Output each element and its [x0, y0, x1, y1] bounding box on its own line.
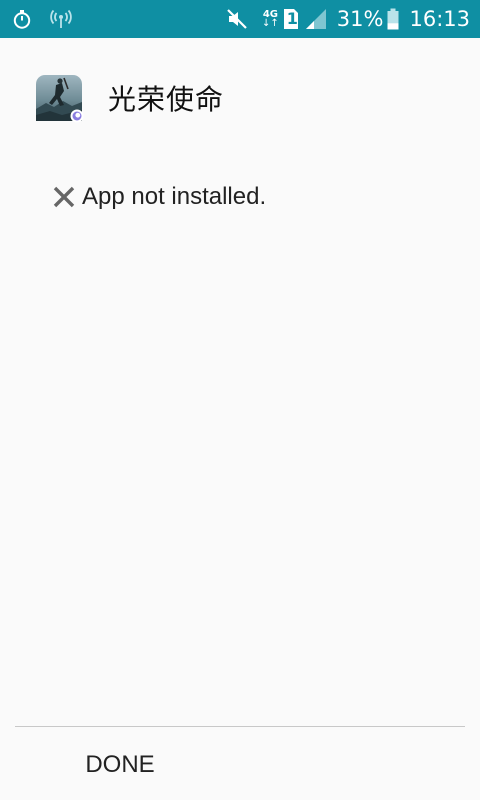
- sim-icon: 1: [283, 8, 299, 30]
- network-type: 4G ↓↑: [262, 10, 279, 29]
- done-button[interactable]: DONE: [40, 735, 200, 795]
- data-arrows-icon: ↓↑: [262, 18, 279, 29]
- game-app-icon: [36, 75, 84, 123]
- divider: [15, 726, 465, 727]
- status-right: 4G ↓↑ 1 31% 16:13: [226, 6, 470, 32]
- status-left: [12, 9, 90, 29]
- close-x-icon: [52, 185, 76, 209]
- battery-percent: 31%: [336, 7, 384, 31]
- signal-icon: [305, 8, 327, 30]
- status-text: App not installed.: [82, 183, 267, 210]
- status-bar: 4G ↓↑ 1 31% 16:13: [0, 0, 480, 38]
- stopwatch-icon: [12, 9, 32, 29]
- battery-icon: [387, 8, 399, 30]
- install-status-message: App not installed.: [52, 180, 266, 214]
- mute-icon: [226, 8, 248, 30]
- app-header: 光荣使命: [36, 74, 225, 123]
- sim-number: 1: [286, 9, 298, 28]
- app-name: 光荣使命: [108, 83, 225, 116]
- installer-badge-icon: [70, 109, 84, 123]
- clock: 16:13: [409, 7, 470, 31]
- wifi-hotspot-icon: [50, 9, 72, 29]
